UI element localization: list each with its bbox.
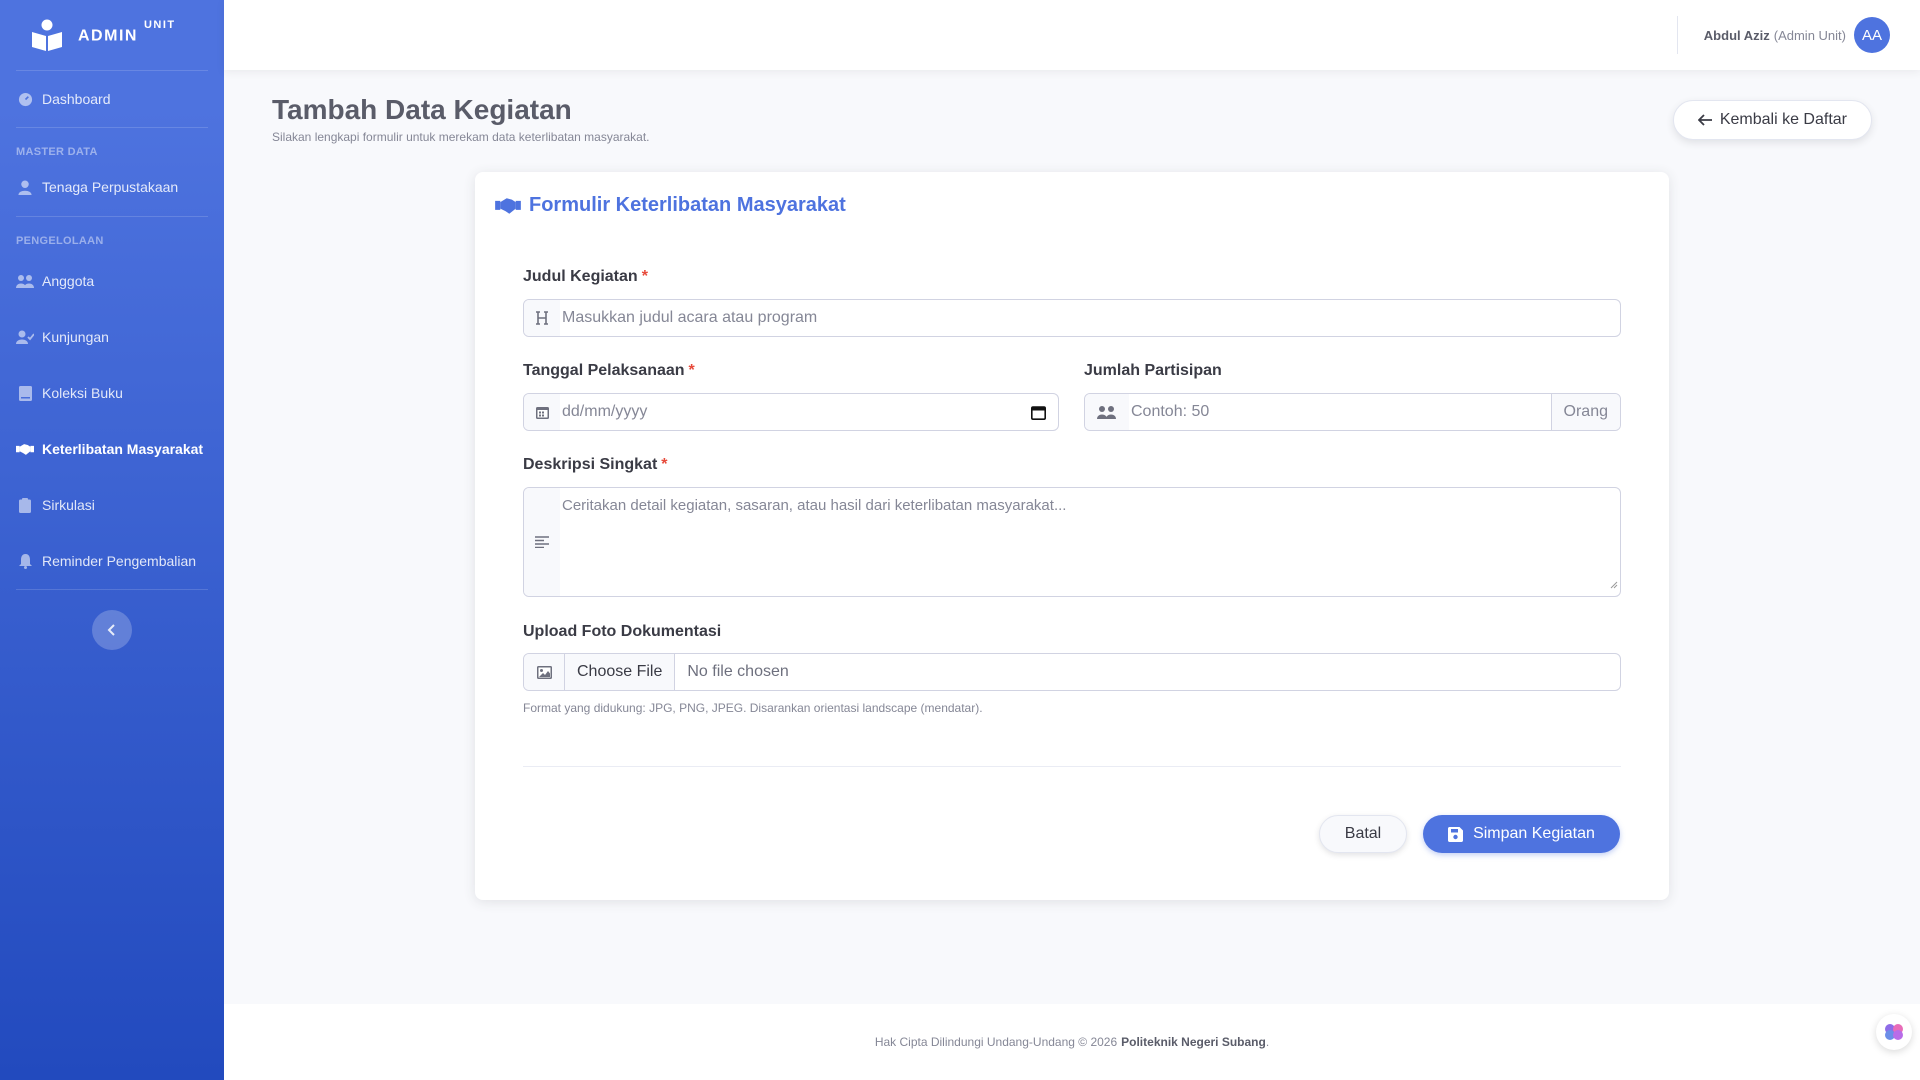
sidebar-item-label: Reminder Pengembalian [42, 553, 197, 569]
user-name: Abdul Aziz [1703, 27, 1770, 43]
topbar-divider [1677, 16, 1678, 54]
sidebar-heading-master: MASTER DATA [16, 146, 98, 158]
upload-input-group: Choose File No file chosen [523, 653, 1621, 691]
heading-icon [524, 300, 560, 336]
brain-icon[interactable] [1876, 1014, 1912, 1050]
cancel-button[interactable]: Batal [1319, 815, 1407, 853]
dashboard-icon [16, 90, 34, 108]
form-card: Formulir Keterlibatan Masyarakat Judul K… [475, 172, 1669, 900]
file-status: No file chosen [687, 663, 789, 680]
back-button-label: Kembali ke Daftar [1719, 111, 1847, 128]
calendar-picker-icon[interactable] [1018, 394, 1058, 430]
sidebar: ADMINUNIT Dashboard MASTER DATA Tenaga P… [0, 0, 224, 1080]
sidebar-item-reminder-pengembalian[interactable]: Reminder Pengembalian [0, 533, 224, 589]
sidebar-item-kunjungan[interactable]: Kunjungan [0, 309, 224, 365]
chevron-left-icon [107, 623, 117, 637]
jumlah-input[interactable] [1129, 394, 1551, 430]
brand[interactable]: ADMINUNIT [0, 0, 224, 70]
users-icon [16, 272, 34, 290]
sidebar-item-label: Tenaga Perpustakaan [42, 179, 179, 195]
choose-file-button[interactable]: Choose File [564, 654, 676, 690]
footer-text: Hak Cipta Dilindungi Undang-Undang © 202… [874, 1035, 1118, 1049]
footer-end: . [1265, 1035, 1270, 1049]
image-icon [524, 654, 564, 690]
topbar: Abdul Aziz (Admin Unit) AA [224, 0, 1920, 70]
user-icon [16, 178, 34, 196]
deskripsi-textarea[interactable] [560, 488, 1620, 596]
jumlah-label: Jumlah Partisipan [1084, 362, 1222, 379]
card-title-text: Formulir Keterlibatan Masyarakat [529, 194, 846, 216]
card-title: Formulir Keterlibatan Masyarakat [495, 194, 846, 217]
calendar-icon [524, 394, 560, 430]
resize-grip-icon[interactable] [1609, 576, 1618, 594]
form-divider [523, 766, 1621, 767]
sidebar-item-koleksi-buku[interactable]: Koleksi Buku [0, 365, 224, 421]
tanggal-input[interactable]: dd/mm/yyyy [560, 403, 1018, 421]
upload-label: Upload Foto Dokumentasi [523, 623, 722, 640]
avatar: AA [1854, 17, 1890, 53]
save-icon [1448, 826, 1464, 842]
sidebar-item-dashboard[interactable]: Dashboard [0, 71, 224, 127]
page-title: Tambah Data Kegiatan [272, 94, 572, 125]
footer: Hak Cipta Dilindungi Undang-Undang © 202… [224, 1004, 1920, 1080]
sidebar-item-anggota[interactable]: Anggota [0, 253, 224, 309]
sidebar-item-label: Sirkulasi [42, 497, 95, 513]
footer-org[interactable]: Politeknik Negeri Subang [1121, 1035, 1266, 1049]
page-subtitle: Silakan lengkapi formulir untuk merekam … [272, 130, 650, 144]
deskripsi-input-group [523, 487, 1621, 597]
book-icon [16, 384, 34, 402]
brand-name: ADMINUNIT [78, 18, 176, 45]
judul-label: Judul Kegiatan * [523, 268, 648, 285]
tanggal-input-group[interactable]: dd/mm/yyyy [523, 393, 1059, 431]
handshake-icon [495, 197, 521, 215]
arrow-left-icon [1697, 114, 1712, 126]
sidebar-item-label: Keterlibatan Masyarakat [42, 441, 204, 457]
user-check-icon [16, 328, 34, 346]
bell-icon [16, 552, 34, 570]
sidebar-divider [16, 589, 208, 590]
users-icon [1085, 394, 1129, 430]
sidebar-item-label: Kunjungan [42, 329, 109, 345]
sidebar-heading-pengelolaan: PENGELOLAAN [16, 235, 104, 247]
back-to-list-button[interactable]: Kembali ke Daftar [1672, 100, 1872, 140]
judul-input[interactable] [560, 300, 1620, 336]
sidebar-item-keterlibatan-masyarakat[interactable]: Keterlibatan Masyarakat [0, 421, 224, 477]
sidebar-toggle-button[interactable] [92, 610, 132, 650]
clipboard-icon [16, 496, 34, 514]
sidebar-item-sirkulasi[interactable]: Sirkulasi [0, 477, 224, 533]
deskripsi-label: Deskripsi Singkat * [523, 456, 668, 473]
jumlah-suffix: Orang [1550, 394, 1620, 430]
jumlah-input-group: Orang [1084, 393, 1621, 431]
book-reader-icon [30, 18, 64, 52]
sidebar-item-label: Dashboard [42, 91, 111, 107]
save-button-label: Simpan Kegiatan [1473, 825, 1595, 842]
align-left-icon [524, 488, 560, 596]
sidebar-item-label: Koleksi Buku [42, 385, 123, 401]
sidebar-item-tenaga[interactable]: Tenaga Perpustakaan [0, 164, 224, 210]
user-menu[interactable]: Abdul Aziz (Admin Unit) AA [1704, 16, 1890, 54]
save-button[interactable]: Simpan Kegiatan [1423, 815, 1620, 853]
tanggal-label: Tanggal Pelaksanaan * [523, 362, 695, 379]
user-role: (Admin Unit) [1773, 27, 1846, 43]
sidebar-item-label: Anggota [42, 273, 95, 289]
judul-input-group [523, 299, 1621, 337]
upload-help-text: Format yang didukung: JPG, PNG, JPEG. Di… [523, 701, 983, 715]
handshake-icon [16, 440, 34, 458]
